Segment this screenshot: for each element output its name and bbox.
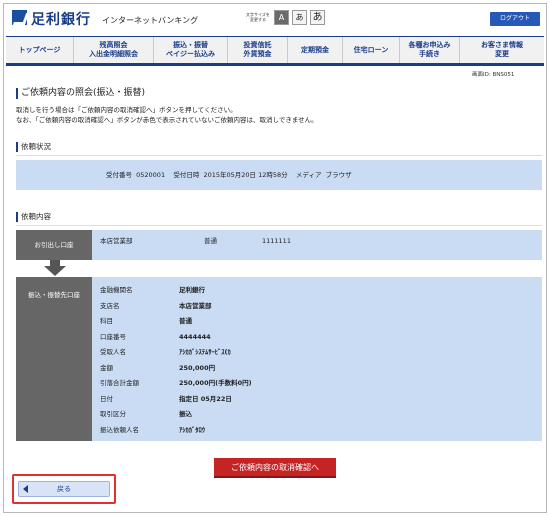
withdrawal-type: 普通 — [204, 237, 217, 245]
withdrawal-number: 1111111 — [262, 237, 291, 245]
content-section-title: 依頼内容 — [16, 212, 51, 222]
detail-value: 普通 — [179, 317, 192, 325]
destination-account-row: 振込・振替先口座 金融機関名 足利銀行支店名 本店営業部科目 普通口座番号 444444… — [16, 277, 542, 441]
detail-value: 足利銀行 — [179, 286, 205, 294]
detail-key: 科目 — [100, 317, 113, 325]
service-name: インターネットバンキング — [102, 16, 199, 25]
main-nav: トップページ 残高照会 入出金明細照会 振込・振替 ペイジー払込み 投資信託 外貨預金… — [6, 36, 544, 66]
detail-value: 250,000円(手数料0円) — [179, 379, 252, 387]
notice-text: 取消しを行う場合は「ご依頼内容の取消確認へ」ボタンを押してください。 なお、「ご… — [16, 105, 318, 125]
bank-name: 足利銀行 — [31, 12, 91, 28]
detail-key: 金融機関名 — [100, 286, 133, 294]
detail-value: ｱｼｶｶﾞﾀﾛｳ — [179, 425, 205, 434]
status-line: 受付番号 0520001 受付日時 2015年05月20日 12時58分 メディ… — [16, 160, 542, 190]
detail-key: 口座番号 — [100, 332, 126, 341]
font-size-label: 文字サイズを 変更する — [246, 12, 270, 22]
nav-item-5[interactable]: 住宅ローン — [343, 37, 400, 63]
screen-id: 画面ID: BNS051 — [472, 72, 515, 78]
detail-key: 受取人名 — [100, 348, 126, 356]
detail-key: 取引区分 — [100, 410, 126, 418]
cancel-request-button[interactable]: ご依頼内容の取消確認へ — [214, 458, 336, 478]
nav-item-1[interactable]: 残高照会 入出金明細照会 — [74, 37, 154, 63]
nav-item-2[interactable]: 振込・振替 ペイジー払込み — [154, 37, 228, 63]
font-size-small-button[interactable]: A — [274, 10, 289, 25]
destination-account-label: 振込・振替先口座 — [16, 277, 92, 441]
notice-line-1: 取消しを行う場合は「ご依頼内容の取消確認へ」ボタンを押してください。 — [16, 106, 237, 114]
detail-value: ｱｼｶｶﾞｼｽﾃﾑｻｰﾋﾞｽ(ｶ — [179, 348, 231, 356]
font-size-large-button[interactable]: あ — [310, 10, 325, 25]
detail-key: 日付 — [100, 394, 113, 403]
divider — [16, 225, 542, 226]
divider — [16, 155, 542, 156]
back-button-label: 戻る — [57, 485, 71, 493]
notice-line-2: なお、「ご依頼内容の取消確認へ」ボタンが赤色で表示されていないご依頼内容は、取消… — [16, 116, 318, 124]
logout-button[interactable]: ログアウト — [490, 12, 540, 26]
detail-key: 引落合計金額 — [100, 379, 139, 387]
detail-key: 支店名 — [100, 301, 120, 310]
detail-value: 本店営業部 — [179, 301, 212, 310]
page-title: ご依頼内容の照会(振込・振替) — [16, 88, 145, 99]
bank-logo-icon — [12, 10, 27, 25]
page-frame: 足利銀行 インターネットバンキング 文字サイズを 変更する A あ あ ログアウ… — [3, 3, 547, 513]
nav-item-0[interactable]: トップページ — [6, 37, 74, 63]
detail-key: 金額 — [100, 363, 113, 372]
detail-key: 振込依頼人名 — [100, 425, 139, 434]
chevron-left-icon — [23, 485, 28, 493]
arrow-down-icon-head — [44, 266, 66, 276]
withdrawal-account-row: お引出し口座 本店営業部 普通 1111111 — [16, 230, 542, 260]
withdrawal-branch: 本店営業部 — [100, 237, 133, 245]
detail-value: 振込 — [179, 410, 192, 418]
detail-value: 指定日 05月22日 — [179, 394, 232, 403]
back-button[interactable]: 戻る — [18, 481, 110, 497]
font-size-medium-button[interactable]: あ — [292, 10, 307, 25]
detail-value: 250,000円 — [179, 363, 216, 372]
detail-value: 4444444 — [179, 332, 211, 341]
withdrawal-account-label: お引出し口座 — [16, 230, 92, 260]
nav-item-7[interactable]: お客さま情報 変更 — [460, 37, 544, 63]
nav-item-3[interactable]: 投資信託 外貨預金 — [228, 37, 288, 63]
nav-item-6[interactable]: 各種お申込み 手続き — [400, 37, 460, 63]
header: 足利銀行 インターネットバンキング 文字サイズを 変更する A あ あ ログアウ… — [4, 4, 546, 34]
status-section-title: 依頼状況 — [16, 142, 51, 152]
nav-item-4[interactable]: 定期預金 — [288, 37, 343, 63]
